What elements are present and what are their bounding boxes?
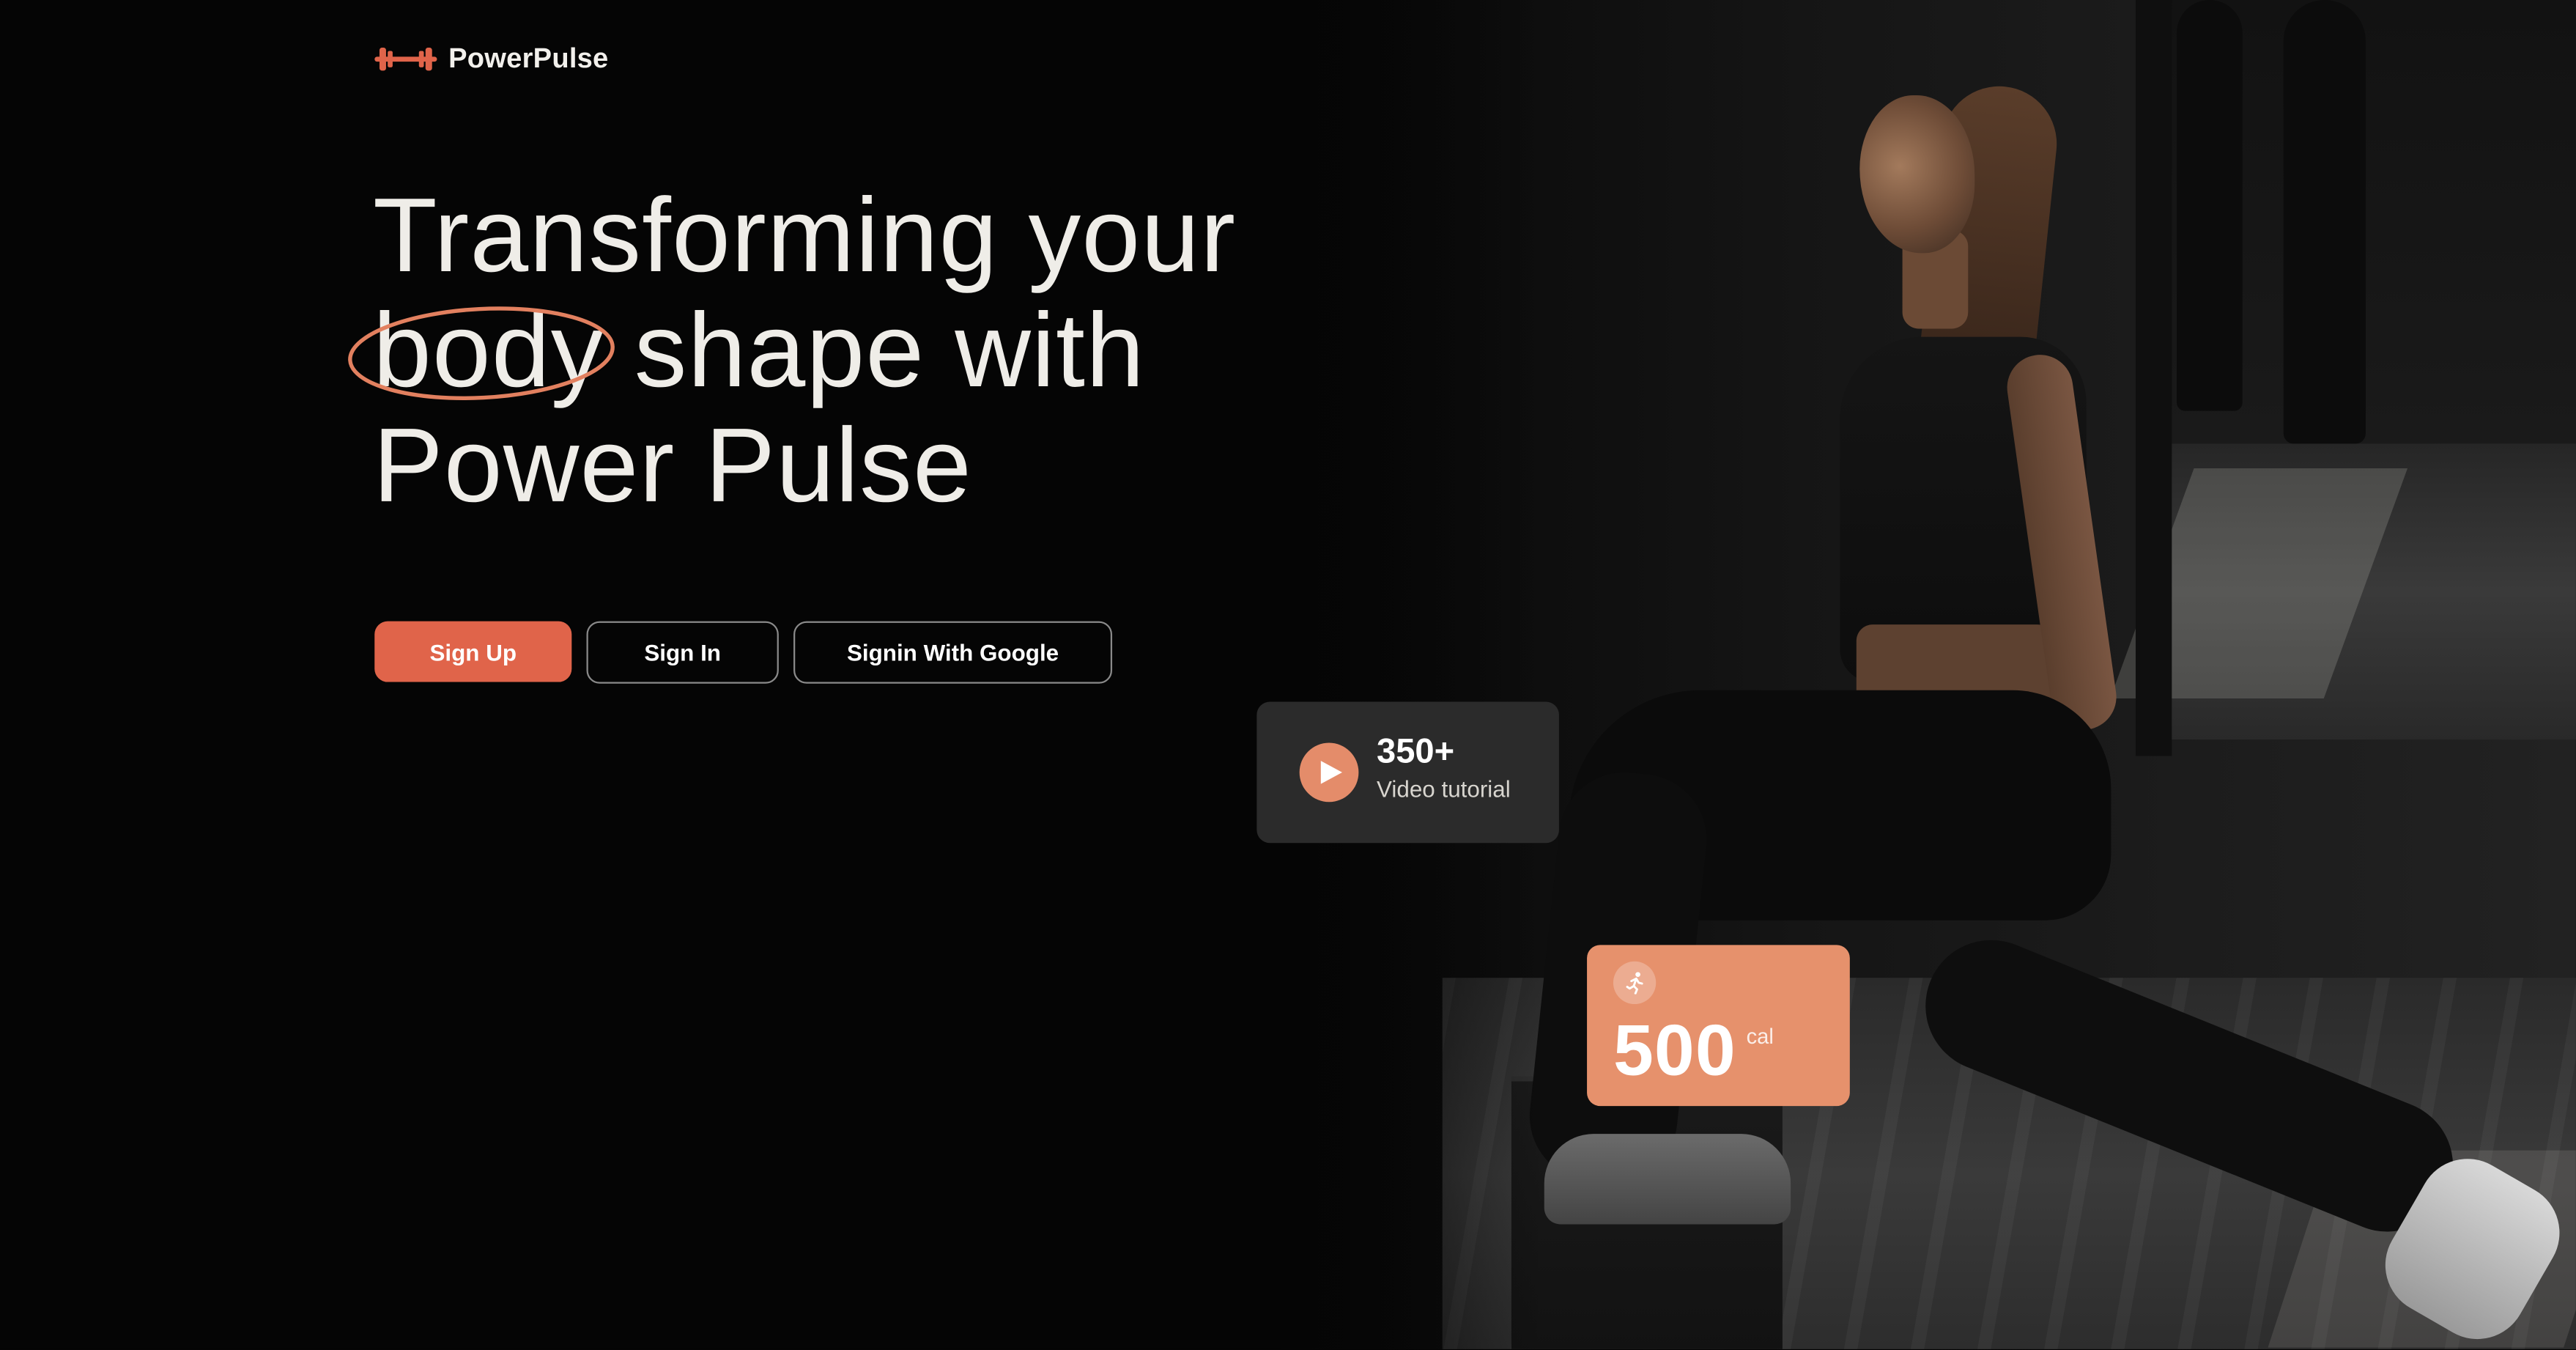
sign-up-button[interactable]: Sign Up [374, 621, 572, 682]
hero-title-line-2-rest: shape with [604, 290, 1145, 410]
hero-title-line-3: Power Pulse [373, 405, 972, 525]
hero-title-line-2: body shape with [348, 290, 1236, 410]
front-shoe [1544, 1134, 1791, 1225]
brand-name: PowerPulse [448, 43, 609, 74]
running-figure-icon [1626, 972, 1643, 995]
running-icon [1613, 961, 1657, 1005]
video-count: 350+ [1377, 733, 1455, 771]
background-person [2177, 0, 2243, 411]
hero-image [1281, 0, 2576, 1349]
hero-title-highlight: body [348, 290, 615, 410]
sign-in-button[interactable]: Sign In [586, 621, 779, 684]
dumbbell-icon [374, 48, 437, 71]
google-signin-button[interactable]: Signin With Google [793, 621, 1113, 684]
calories-value: 500 [1613, 1011, 1736, 1091]
brand-logo[interactable]: PowerPulse [374, 43, 608, 75]
image-fade [1281, 0, 1544, 1349]
hero-title-highlight-text: body [373, 290, 604, 410]
video-tutorial-card: 350+ Video tutorial [1256, 701, 1559, 844]
hero-title-line-1: Transforming your [373, 175, 1237, 295]
woman-head [1859, 95, 1975, 254]
play-icon [1320, 761, 1342, 784]
page-root: PowerPulse Transforming your body shape … [0, 0, 2576, 1349]
background-person [2283, 0, 2366, 444]
calories-unit: cal [1746, 1023, 1774, 1049]
background-pillar [2135, 0, 2172, 756]
calories-card: 500 cal [1587, 945, 1850, 1107]
video-label: Video tutorial [1377, 775, 1511, 803]
hero-title: Transforming your body shape with Power … [348, 175, 1237, 525]
play-button[interactable] [1299, 742, 1359, 803]
